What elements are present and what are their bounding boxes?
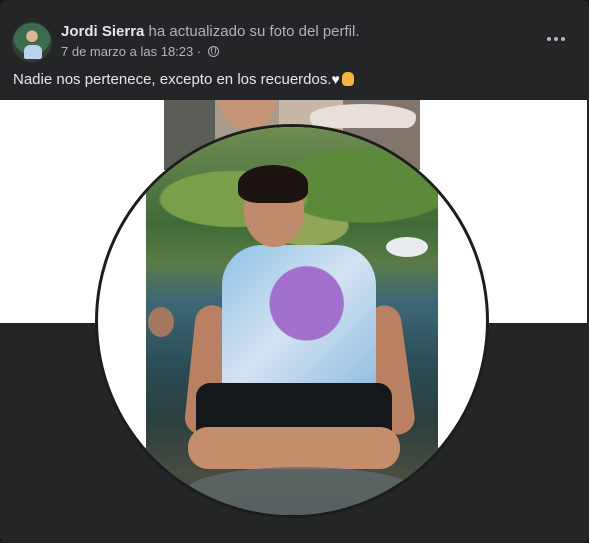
water-reflection — [186, 467, 416, 515]
post-card: Jordi Sierra ha actualizado su foto del … — [0, 0, 589, 543]
background-swimmer — [148, 307, 174, 337]
meta-separator: · — [196, 44, 202, 59]
globe-icon[interactable] — [207, 46, 219, 57]
hand-emoji-icon — [341, 72, 354, 86]
profile-photo-update[interactable] — [0, 100, 589, 543]
author-name[interactable]: Jordi Sierra — [61, 23, 144, 40]
profile-photo-image — [146, 127, 438, 515]
post-meta: 7 de marzo a las 18:23 · — [61, 44, 219, 59]
post-header: Jordi Sierra ha actualizado su foto del … — [12, 20, 577, 62]
post-action-text: ha actualizado su foto del perfil. — [148, 23, 360, 40]
more-options-button[interactable] — [541, 26, 571, 52]
post-timestamp[interactable]: 7 de marzo a las 18:23 — [61, 44, 193, 59]
post-caption: Nadie nos pertenece, excepto en los recu… — [13, 71, 354, 88]
cover-photo-umbrella — [310, 104, 416, 128]
tie-dye-shirt — [222, 245, 376, 391]
background-pool-float — [386, 237, 428, 257]
more-horizontal-icon — [547, 37, 551, 41]
author-avatar[interactable] — [12, 22, 52, 62]
post-headline: Jordi Sierra ha actualizado su foto del … — [61, 23, 360, 40]
person-hair — [238, 165, 308, 203]
profile-photo-circle[interactable] — [98, 127, 486, 515]
caption-text: Nadie nos pertenece, excepto en los recu… — [13, 71, 332, 88]
person-legs — [188, 427, 400, 469]
white-heart-emoji-icon: ♥ — [331, 71, 340, 87]
